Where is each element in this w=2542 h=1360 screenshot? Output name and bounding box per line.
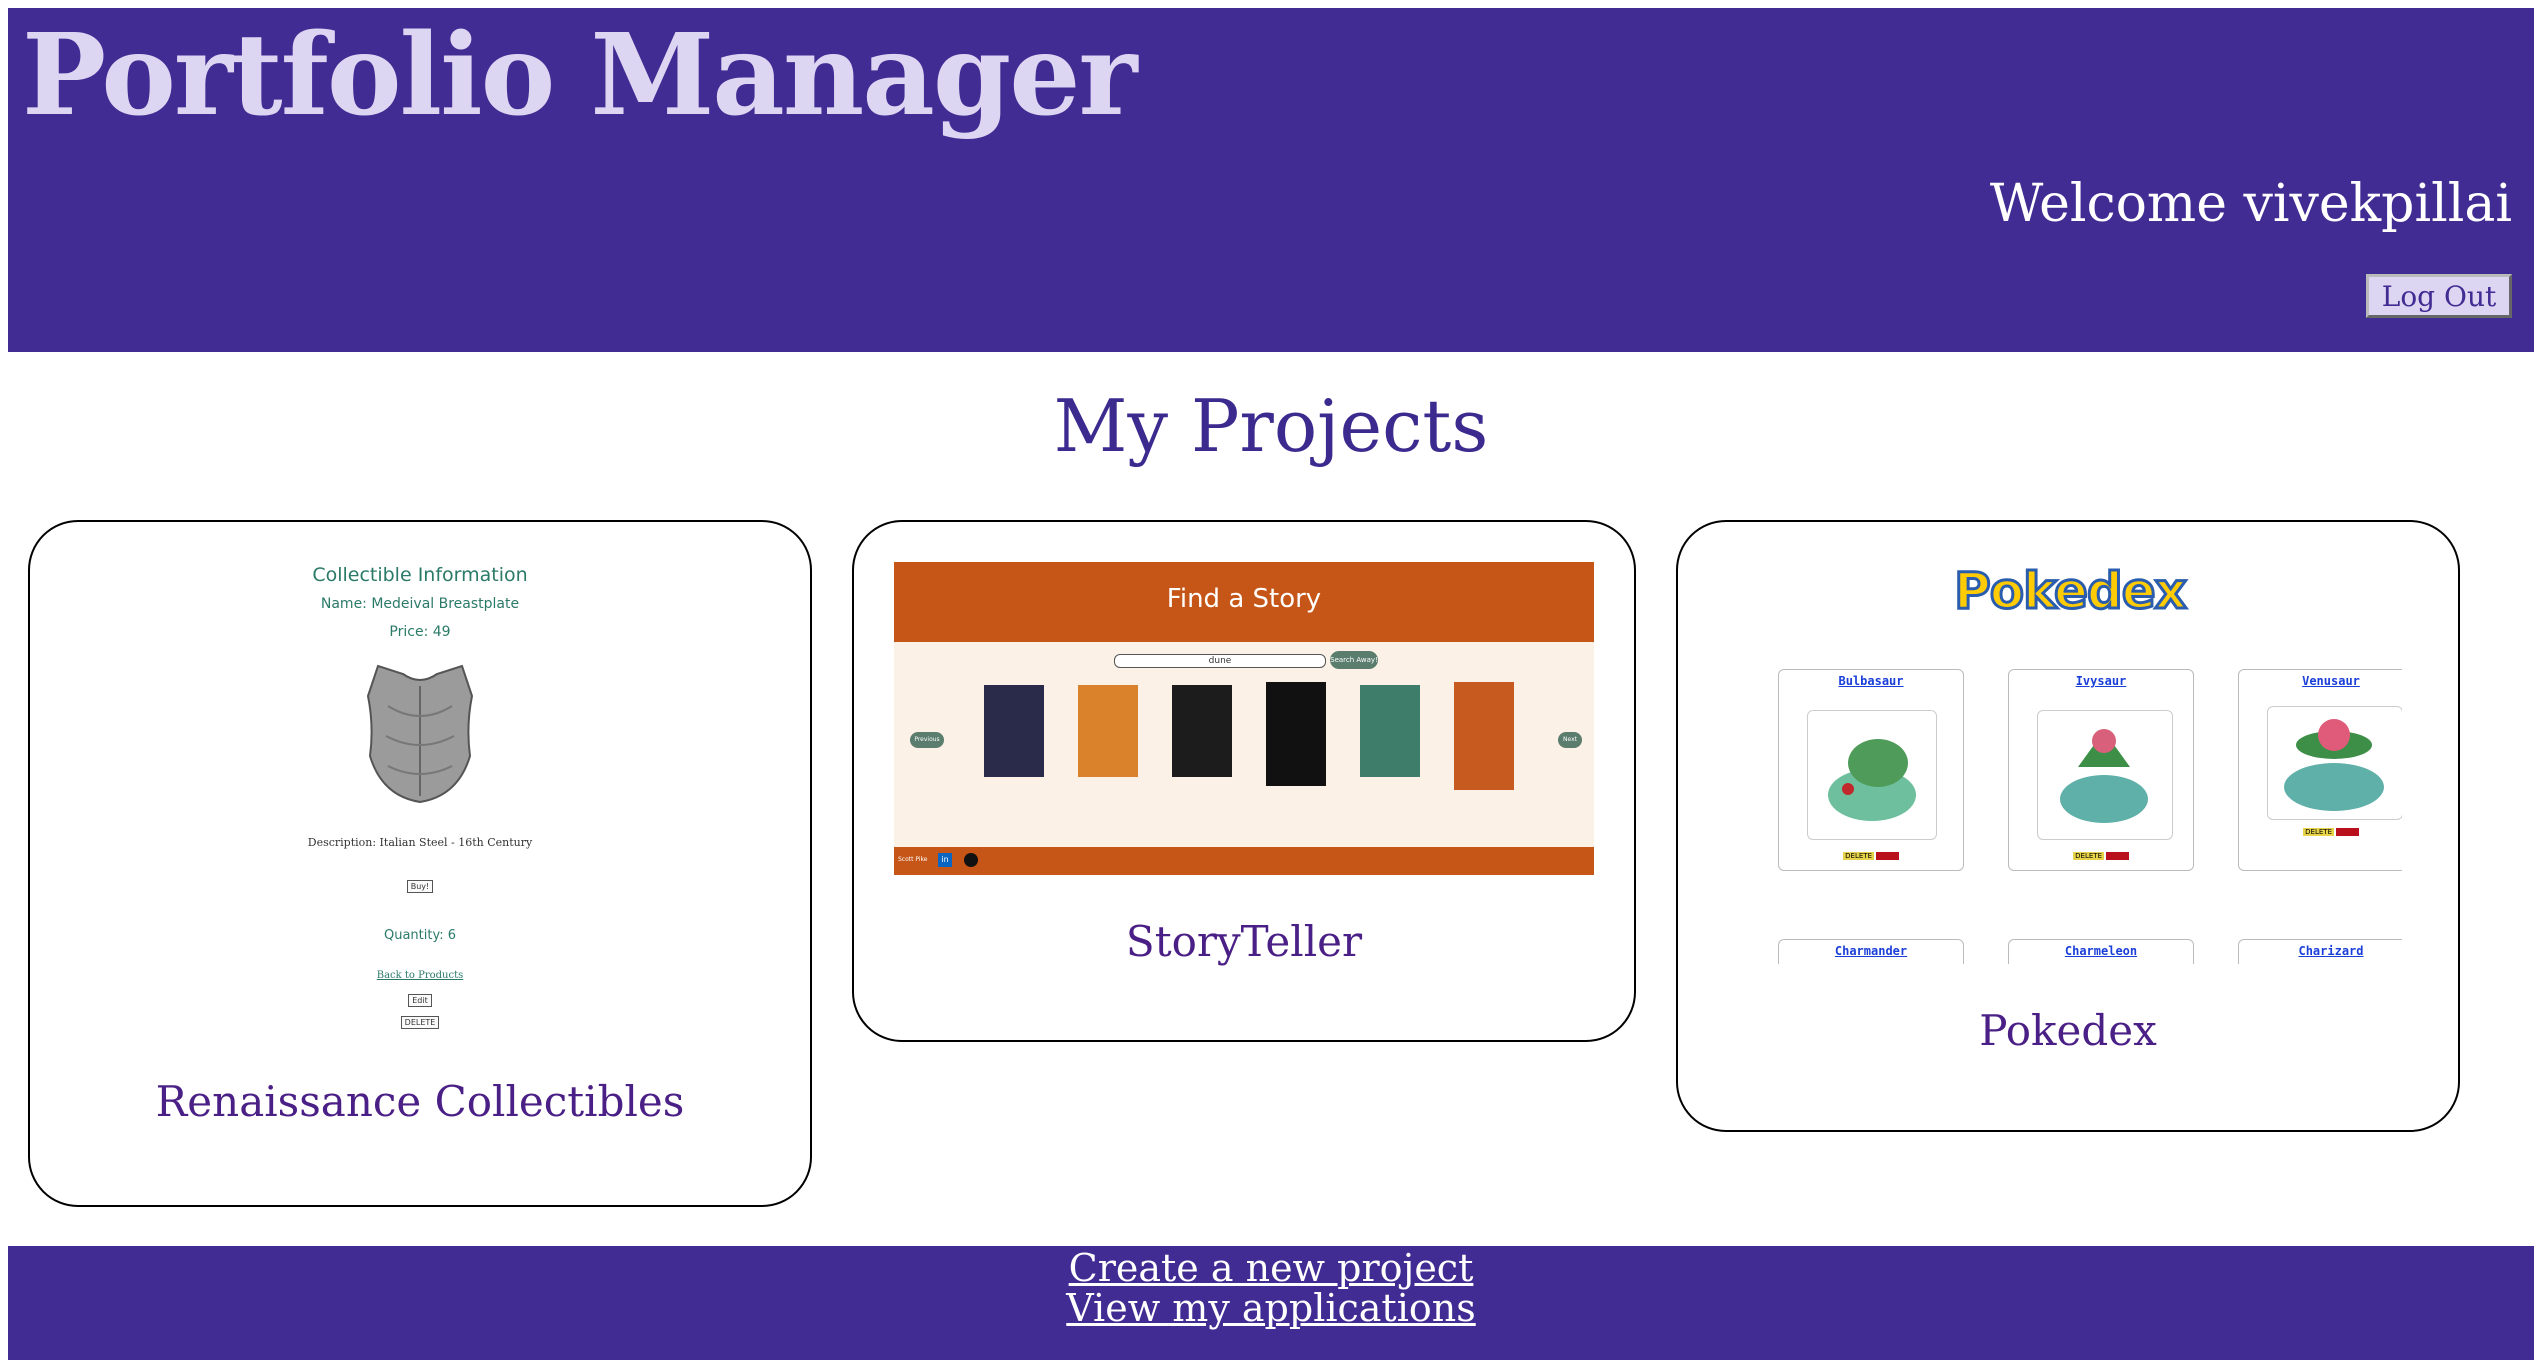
project-card-renaissance-collectibles[interactable]: Collectible Information Name: Medeival B… — [28, 520, 812, 1207]
pokemon-delete-button: DELETE — [2073, 852, 2105, 860]
pokemon-name: Venusaur — [2302, 674, 2360, 688]
pokemon-card: Charmander — [1778, 939, 1964, 964]
project-preview-image: Pokedex Bulbasaur DELETE xxxx Ivysaur DE… — [1738, 552, 2402, 964]
pokemon-name: Charizard — [2298, 944, 2364, 958]
github-icon — [964, 853, 978, 867]
project-title: Renaissance Collectibles — [155, 1077, 685, 1126]
preview-delete-row: DELETE — [160, 1010, 680, 1029]
view-applications-link[interactable]: View my applications — [8, 1288, 2534, 1328]
preview-description: Description: Italian Steel - 16th Centur… — [307, 836, 533, 849]
preview-delete-button: DELETE — [400, 1016, 440, 1029]
project-card-storyteller[interactable]: Find a Story dune Search Away! Previous … — [852, 520, 1636, 1042]
app-header: Portfolio Manager Welcome vivekpillai Lo… — [8, 8, 2534, 352]
preview-buy-button: Buy! — [406, 880, 434, 893]
preview-heading: Find a Story — [1166, 584, 1322, 614]
pokemon-name: Bulbasaur — [1838, 674, 1904, 688]
book-cover — [1454, 682, 1514, 790]
pokemon-card: Venusaur DELETE xxxx — [2238, 669, 2402, 871]
book-cover — [984, 685, 1044, 777]
venusaur-image — [2284, 719, 2384, 811]
app-footer: Create a new project View my application… — [8, 1246, 2534, 1360]
pokemon-image — [2267, 706, 2402, 820]
preview-search-input: dune — [1114, 654, 1326, 668]
pokedex-logo: Pokedex — [1953, 561, 2189, 622]
welcome-message: Welcome vivekpillai — [1989, 174, 2512, 234]
book-cover — [1172, 685, 1232, 777]
bulbasaur-image — [1828, 739, 1916, 821]
pokemon-name: Charmander — [1834, 944, 1908, 958]
book-cover — [1360, 685, 1420, 777]
project-card-pokedex[interactable]: Pokedex Bulbasaur DELETE xxxx Ivysaur DE… — [1676, 520, 2460, 1132]
app-title: Portfolio Manager — [22, 10, 1137, 141]
preview-edit-button: Edit — [408, 994, 432, 1007]
ivysaur-image — [2060, 729, 2148, 823]
pokemon-name: Ivysaur — [2075, 674, 2127, 688]
preview-next-button: Next — [1558, 732, 1582, 748]
project-preview-image: Find a Story dune Search Away! Previous … — [894, 562, 1594, 875]
book-cover — [1078, 685, 1138, 777]
pokemon-delete-button: DELETE — [1843, 852, 1875, 860]
pokemon-image — [2037, 710, 2173, 840]
preview-footer-bar: Scott Pike in — [894, 847, 1594, 875]
page-title: My Projects — [1053, 384, 1489, 468]
pokemon-actions: DELETE xxxx — [2009, 852, 2193, 860]
pokemon-card: Charmeleon — [2008, 939, 2194, 964]
pokemon-remove-button: xxxx — [2106, 852, 2129, 860]
linkedin-icon: in — [938, 853, 952, 867]
pokemon-image — [1807, 710, 1937, 840]
preview-quantity: Quantity: 6 — [383, 928, 456, 943]
pokemon-card: Bulbasaur DELETE xxxx — [1778, 669, 1964, 871]
project-preview-image: Collectible Information Name: Medeival B… — [160, 552, 680, 1052]
breastplate-image — [366, 664, 474, 804]
pokemon-card: Charizard — [2238, 939, 2402, 964]
preview-buy-row: Buy! — [160, 874, 680, 893]
preview-heading: Collectible Information — [312, 564, 528, 586]
preview-previous-button: Previous — [910, 732, 944, 748]
pokemon-delete-button: DELETE — [2303, 828, 2335, 836]
preview-header-bar: Find a Story — [894, 562, 1594, 642]
preview-edit-row: Edit — [160, 988, 680, 1007]
project-title: StoryTeller — [1125, 917, 1363, 966]
log-out-button[interactable]: Log Out — [2366, 274, 2512, 318]
pokemon-name: Charmeleon — [2064, 944, 2138, 958]
preview-search-button: Search Away! — [1330, 651, 1378, 669]
preview-back-link: Back to Products — [376, 970, 464, 981]
preview-name: Name: Medeival Breastplate — [320, 596, 520, 612]
preview-footer-text: Scott Pike — [898, 856, 928, 863]
pokemon-card: Ivysaur DELETE xxxx — [2008, 669, 2194, 871]
pokemon-remove-button: xxxx — [1876, 852, 1899, 860]
pokemon-actions: DELETE xxxx — [1779, 852, 1963, 860]
preview-price: Price: 49 — [389, 624, 451, 640]
create-project-link[interactable]: Create a new project — [8, 1248, 2534, 1288]
pokemon-remove-button: xxxx — [2336, 828, 2359, 836]
pokemon-actions: DELETE xxxx — [2239, 828, 2402, 836]
project-title: Pokedex — [1979, 1006, 2157, 1055]
book-cover — [1266, 682, 1326, 786]
